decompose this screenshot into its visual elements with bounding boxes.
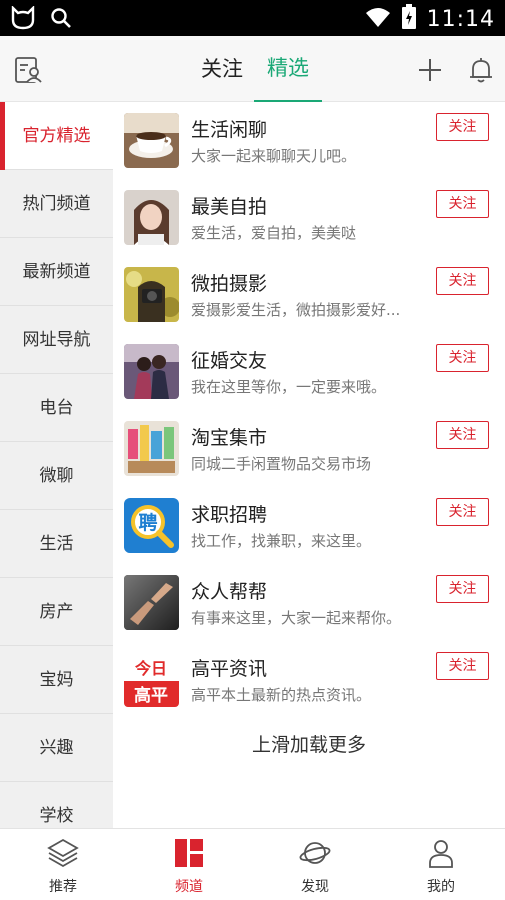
coffee-cup-image [124, 113, 179, 168]
profile-card-icon[interactable] [14, 56, 42, 84]
gaoping-logo-top-text: 今日 [134, 659, 167, 678]
channel-description: 找工作，找兼职，来这里。 [191, 532, 372, 550]
sidebar-item-moms[interactable]: 宝妈 [0, 646, 113, 714]
helping-hand-image [124, 575, 179, 630]
list-item[interactable]: 聘 求职招聘 找工作，找兼职，来这里。 关注 [113, 487, 505, 564]
list-item[interactable]: 微拍摄影 爱摄影爱生活，微拍摄影爱好... 关注 [113, 256, 505, 333]
battery-charging-icon [401, 4, 417, 34]
follow-button[interactable]: 关注 [436, 344, 489, 372]
nav-label: 我的 [427, 879, 455, 895]
nav-channels[interactable]: 频道 [126, 829, 252, 900]
list-item[interactable]: 众人帮帮 有事来这里，大家一起来帮你。 关注 [113, 564, 505, 641]
bottom-navigation: 推荐 频道 发现 我的 [0, 828, 505, 900]
follow-button[interactable]: 关注 [436, 421, 489, 449]
channel-title: 高平资讯 [191, 658, 268, 680]
channel-title: 最美自拍 [191, 196, 268, 218]
nav-label: 频道 [175, 879, 203, 895]
channel-description: 有事来这里，大家一起来帮你。 [191, 609, 402, 627]
recruitment-magnifier-icon: 聘 [124, 498, 179, 553]
list-item[interactable]: 今日高平 高平资讯 高平本土最新的热点资讯。 关注 [113, 641, 505, 718]
cat-app-icon [10, 5, 36, 34]
recruit-logo-text: 聘 [138, 511, 157, 534]
channel-title: 生活闲聊 [191, 119, 268, 141]
sidebar-item-life[interactable]: 生活 [0, 510, 113, 578]
list-item[interactable]: 最美自拍 爱生活，爱自拍，美美哒 关注 [113, 179, 505, 256]
plus-icon[interactable] [416, 56, 444, 84]
tab-following[interactable]: 关注 [190, 36, 254, 102]
sidebar-item-radio[interactable]: 电台 [0, 374, 113, 442]
tab-featured[interactable]: 精选 [254, 36, 322, 102]
person-icon [425, 837, 457, 869]
top-header: 关注 精选 [0, 36, 505, 102]
camera-photographer-image [124, 267, 179, 322]
market-goods-image [124, 421, 179, 476]
nav-label: 推荐 [49, 879, 77, 895]
sidebar-item-chat[interactable]: 微聊 [0, 442, 113, 510]
channel-description: 同城二手闲置物品交易市场 [191, 455, 372, 473]
channel-description: 我在这里等你，一定要来哦。 [191, 378, 387, 396]
nav-mine[interactable]: 我的 [378, 829, 504, 900]
sidebar-item-school[interactable]: 学校 [0, 782, 113, 828]
planet-icon [299, 837, 331, 869]
gaoping-logo-bottom-text: 高平 [134, 685, 168, 706]
channel-grid-icon [173, 837, 205, 869]
gaoping-news-logo: 今日 高平 [124, 652, 179, 707]
channel-title: 众人帮帮 [191, 581, 268, 603]
sidebar-item-realestate[interactable]: 房产 [0, 578, 113, 646]
sidebar-item-nav[interactable]: 网址导航 [0, 306, 113, 374]
nav-discover[interactable]: 发现 [252, 829, 378, 900]
channel-title: 淘宝集市 [191, 427, 268, 449]
follow-button[interactable]: 关注 [436, 498, 489, 526]
follow-button[interactable]: 关注 [436, 190, 489, 218]
channel-title: 征婚交友 [191, 350, 268, 372]
nav-recommend[interactable]: 推荐 [0, 829, 126, 900]
channel-list: 生活闲聊 大家一起来聊聊天儿吧。 关注 最美自拍 爱生活，爱自拍，美美哒 关注 … [113, 102, 505, 828]
channel-title: 微拍摄影 [191, 273, 268, 295]
channel-description: 爱摄影爱生活，微拍摄影爱好... [191, 301, 401, 319]
bell-icon[interactable] [467, 56, 495, 84]
selfie-girl-image [124, 190, 179, 245]
channel-description: 大家一起来聊聊天儿吧。 [191, 147, 357, 165]
load-more-hint[interactable]: 上滑加载更多 [113, 730, 505, 757]
follow-button[interactable]: 关注 [436, 652, 489, 680]
follow-button[interactable]: 关注 [436, 267, 489, 295]
clock: 11:14 [426, 6, 495, 32]
channel-description: 爱生活，爱自拍，美美哒 [191, 224, 357, 242]
channel-title: 求职招聘 [191, 504, 268, 526]
category-sidebar: 官方精选 热门频道 最新频道 网址导航 电台 微聊 生活 房产 宝妈 兴趣 学校 [0, 102, 113, 828]
status-bar: 11:14 [0, 0, 505, 36]
couple-image [124, 344, 179, 399]
list-item[interactable]: 淘宝集市 同城二手闲置物品交易市场 关注 [113, 410, 505, 487]
layers-icon [47, 837, 79, 869]
list-item[interactable]: 征婚交友 我在这里等你，一定要来哦。 关注 [113, 333, 505, 410]
follow-button[interactable]: 关注 [436, 113, 489, 141]
channel-description: 高平本土最新的热点资讯。 [191, 686, 372, 704]
sidebar-item-latest[interactable]: 最新频道 [0, 238, 113, 306]
sidebar-item-hot[interactable]: 热门频道 [0, 170, 113, 238]
nav-label: 发现 [301, 879, 329, 895]
list-item[interactable]: 生活闲聊 大家一起来聊聊天儿吧。 关注 [113, 102, 505, 179]
sidebar-item-official[interactable]: 官方精选 [0, 102, 113, 170]
search-icon [50, 7, 72, 33]
sidebar-item-interest[interactable]: 兴趣 [0, 714, 113, 782]
wifi-icon [365, 6, 391, 32]
follow-button[interactable]: 关注 [436, 575, 489, 603]
